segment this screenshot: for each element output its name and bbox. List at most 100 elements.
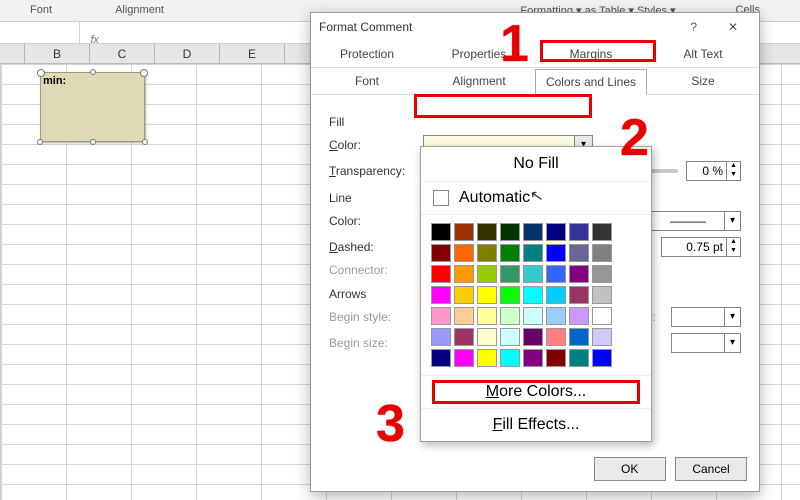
tab-protection[interactable]: Protection xyxy=(311,41,423,67)
comment-text: min: xyxy=(43,75,66,87)
color-swatch[interactable] xyxy=(546,223,566,241)
color-swatch[interactable] xyxy=(592,265,612,283)
color-swatch[interactable] xyxy=(477,223,497,241)
dialog-title: Format Comment xyxy=(319,20,412,34)
color-swatch[interactable] xyxy=(454,328,474,346)
color-swatch[interactable] xyxy=(477,349,497,367)
column-header[interactable]: C xyxy=(90,44,155,63)
comment-box[interactable]: min: xyxy=(40,72,145,142)
color-swatch[interactable] xyxy=(523,286,543,304)
color-swatch[interactable] xyxy=(431,265,451,283)
color-swatch[interactable] xyxy=(569,349,589,367)
end-size-dropdown[interactable]: ▾ xyxy=(671,333,741,353)
color-swatch[interactable] xyxy=(592,307,612,325)
color-swatch[interactable] xyxy=(500,244,520,262)
color-swatch[interactable] xyxy=(546,265,566,283)
color-picker-popover: No Fill Automatic More Colors... Fill Ef… xyxy=(420,146,652,442)
color-swatch[interactable] xyxy=(477,307,497,325)
color-swatch[interactable] xyxy=(592,223,612,241)
color-swatch[interactable] xyxy=(569,307,589,325)
color-swatch[interactable] xyxy=(431,307,451,325)
label-begin-size: Begin size: xyxy=(329,336,415,350)
color-swatch[interactable] xyxy=(454,244,474,262)
ribbon-group-alignment: Alignment xyxy=(85,0,194,16)
column-header[interactable]: D xyxy=(155,44,220,63)
transparency-spinner[interactable]: 0 % ▲▼ xyxy=(686,161,741,181)
automatic-swatch xyxy=(433,190,449,206)
color-swatch[interactable] xyxy=(546,286,566,304)
color-swatch[interactable] xyxy=(477,328,497,346)
label-dashed: Dashed: xyxy=(329,240,415,254)
color-swatch[interactable] xyxy=(592,286,612,304)
color-swatch[interactable] xyxy=(569,328,589,346)
line-style-dropdown[interactable]: ———▾ xyxy=(651,211,741,231)
color-swatch[interactable] xyxy=(500,286,520,304)
dialog-titlebar[interactable]: Format Comment ? ✕ xyxy=(311,13,759,41)
tab-properties[interactable]: Properties xyxy=(423,41,535,67)
color-swatch[interactable] xyxy=(454,265,474,283)
color-palette xyxy=(421,215,651,375)
color-swatch[interactable] xyxy=(454,307,474,325)
color-swatch[interactable] xyxy=(431,328,451,346)
tab-alignment[interactable]: Alignment xyxy=(423,68,535,94)
color-swatch[interactable] xyxy=(523,328,543,346)
cancel-button[interactable]: Cancel xyxy=(675,457,747,481)
color-swatch[interactable] xyxy=(523,223,543,241)
end-style-dropdown[interactable]: ▾ xyxy=(671,307,741,327)
color-swatch[interactable] xyxy=(431,223,451,241)
color-swatch[interactable] xyxy=(500,223,520,241)
color-swatch[interactable] xyxy=(546,307,566,325)
color-swatch[interactable] xyxy=(546,328,566,346)
close-button[interactable]: ✕ xyxy=(715,20,751,34)
dialog-tabs-row1: ProtectionPropertiesMarginsAlt Text xyxy=(311,41,759,68)
color-swatch[interactable] xyxy=(500,349,520,367)
label-connector: Connector: xyxy=(329,263,415,277)
color-swatch[interactable] xyxy=(431,286,451,304)
weight-spinner[interactable]: 0.75 pt ▲▼ xyxy=(661,237,741,257)
color-swatch[interactable] xyxy=(431,244,451,262)
color-swatch[interactable] xyxy=(523,265,543,283)
color-swatch[interactable] xyxy=(592,328,612,346)
column-header[interactable]: B xyxy=(25,44,90,63)
color-swatch[interactable] xyxy=(569,265,589,283)
ribbon-group-font: Font xyxy=(0,0,82,16)
name-box[interactable] xyxy=(0,22,80,43)
color-swatch[interactable] xyxy=(500,328,520,346)
color-swatch[interactable] xyxy=(546,244,566,262)
color-swatch[interactable] xyxy=(569,244,589,262)
color-swatch[interactable] xyxy=(477,244,497,262)
ok-button[interactable]: OK xyxy=(594,457,666,481)
color-swatch[interactable] xyxy=(569,223,589,241)
tab-font[interactable]: Font xyxy=(311,68,423,94)
no-fill-option[interactable]: No Fill xyxy=(421,147,651,182)
color-swatch[interactable] xyxy=(500,265,520,283)
fill-effects-link[interactable]: Fill Effects... xyxy=(421,408,651,441)
color-swatch[interactable] xyxy=(523,244,543,262)
tab-alt-text[interactable]: Alt Text xyxy=(647,41,759,67)
color-swatch[interactable] xyxy=(477,265,497,283)
color-swatch[interactable] xyxy=(454,223,474,241)
color-swatch[interactable] xyxy=(523,307,543,325)
color-swatch[interactable] xyxy=(454,349,474,367)
color-swatch[interactable] xyxy=(592,349,612,367)
label-fill-color: Color: xyxy=(329,138,415,152)
color-swatch[interactable] xyxy=(546,349,566,367)
automatic-option[interactable]: Automatic xyxy=(421,182,651,215)
tab-size[interactable]: Size xyxy=(647,68,759,94)
column-header[interactable]: E xyxy=(220,44,285,63)
column-header[interactable] xyxy=(0,44,25,63)
section-fill: Fill xyxy=(329,115,741,129)
more-colors-link[interactable]: More Colors... xyxy=(421,375,651,408)
color-swatch[interactable] xyxy=(523,349,543,367)
color-swatch[interactable] xyxy=(454,286,474,304)
color-swatch[interactable] xyxy=(477,286,497,304)
color-swatch[interactable] xyxy=(431,349,451,367)
tab-margins[interactable]: Margins xyxy=(535,41,647,67)
dialog-tabs-row2: FontAlignmentColors and LinesSize xyxy=(311,68,759,95)
help-button[interactable]: ? xyxy=(676,20,712,34)
label-begin-style: Begin style: xyxy=(329,310,415,324)
tab-colors-and-lines[interactable]: Colors and Lines xyxy=(535,69,647,95)
color-swatch[interactable] xyxy=(592,244,612,262)
color-swatch[interactable] xyxy=(569,286,589,304)
color-swatch[interactable] xyxy=(500,307,520,325)
